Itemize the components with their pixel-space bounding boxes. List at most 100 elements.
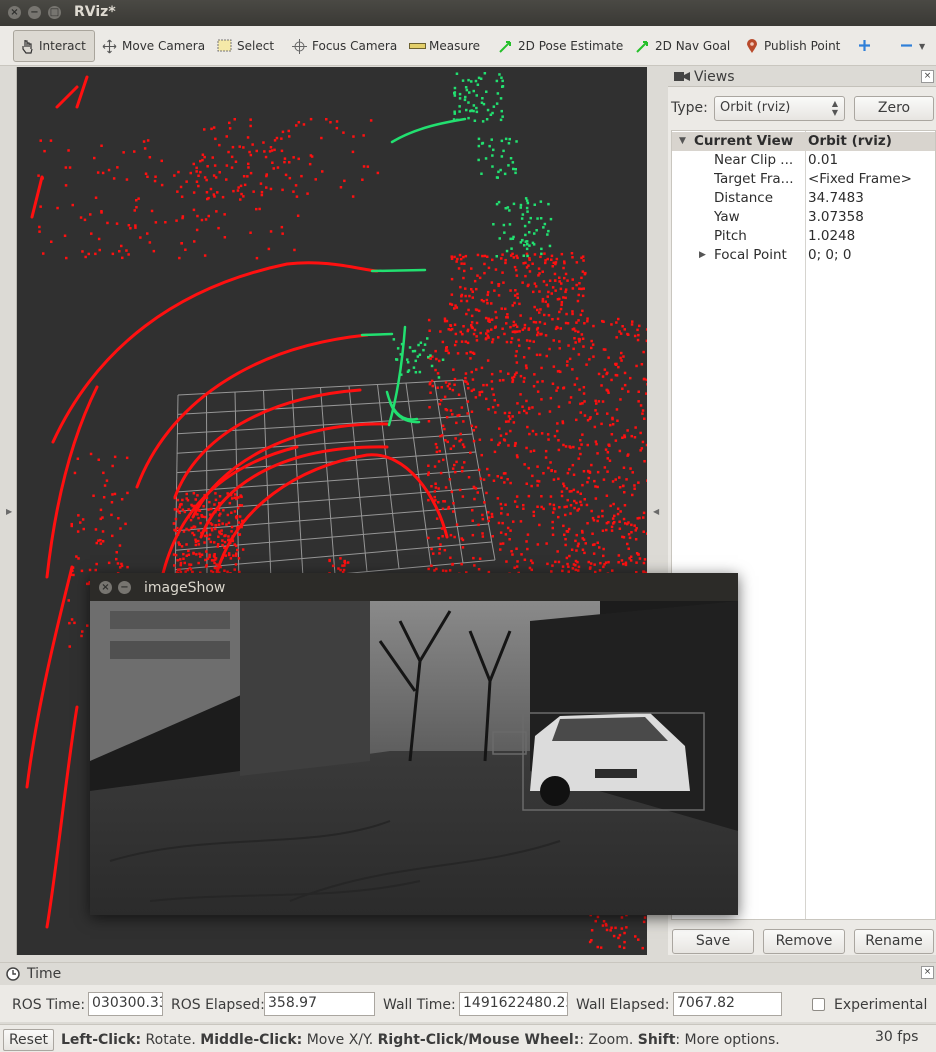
ros-elapsed-field[interactable]: 358.97	[264, 992, 375, 1016]
interact-tool-button[interactable]: Interact	[13, 30, 95, 62]
ros-time-field[interactable]: 030300.33	[88, 992, 163, 1016]
current-view-row[interactable]: ▼ Current View Orbit (rviz)	[672, 132, 935, 151]
property-row[interactable]: Near Clip ... 0.01	[672, 151, 935, 170]
pose-estimate-tool-button[interactable]: 2D Pose Estimate	[493, 30, 628, 62]
focus-camera-tool-label: Focus Camera	[312, 39, 398, 53]
current-view-value: Orbit (rviz)	[808, 133, 892, 149]
green-arrow-icon	[635, 39, 650, 54]
expand-left-icon[interactable]: ▶	[6, 507, 12, 516]
view-type-value: Orbit (rviz)	[720, 100, 791, 115]
hint-text: : More options.	[675, 1032, 780, 1048]
experimental-label: Experimental	[834, 997, 928, 1013]
green-arrow-icon	[498, 39, 513, 54]
left-dock-collapsed[interactable]: ▶	[0, 67, 17, 955]
close-icon[interactable]: ×	[921, 966, 934, 979]
property-value[interactable]: 34.7483	[808, 190, 864, 206]
property-row[interactable]: Yaw 3.07358	[672, 208, 935, 227]
property-key: Target Fra...	[714, 171, 794, 187]
property-key: Near Clip ...	[714, 152, 794, 168]
window-titlebar: × − □ RViz*	[0, 0, 936, 26]
publish-point-tool-button[interactable]: Publish Point	[739, 30, 845, 62]
image-window-minimize-icon[interactable]: −	[118, 581, 131, 594]
hint-text: : Zoom.	[579, 1032, 638, 1048]
camera-image	[90, 601, 738, 915]
tracked-object-lines	[360, 117, 467, 427]
zero-button[interactable]: Zero	[854, 96, 934, 121]
move-arrows-icon	[102, 39, 117, 54]
expanded-triangle-icon[interactable]: ▼	[679, 136, 686, 146]
time-panel-title: Time	[27, 966, 62, 982]
window-close-icon[interactable]: ×	[8, 6, 21, 19]
current-view-key: Current View	[694, 133, 794, 149]
views-panel-title: Views	[694, 69, 735, 85]
chevron-down-icon: ▼	[919, 41, 926, 51]
clock-icon	[6, 967, 20, 985]
remove-view-button[interactable]: Remove	[763, 929, 845, 954]
move-camera-tool-label: Move Camera	[122, 39, 206, 53]
save-view-button[interactable]: Save	[672, 929, 754, 954]
property-row[interactable]: Pitch 1.0248	[672, 227, 935, 246]
image-window-close-icon[interactable]: ×	[99, 581, 112, 594]
camera-icon	[674, 71, 690, 86]
property-key: Pitch	[714, 228, 747, 244]
wall-elapsed-label: Wall Elapsed:	[576, 997, 670, 1013]
measure-tool-label: Measure	[429, 39, 480, 53]
select-tool-label: Select	[237, 39, 275, 53]
fps-counter: 30 fps	[875, 1029, 919, 1045]
hint-bold: Middle-Click:	[200, 1032, 303, 1048]
wall-time-field[interactable]: 1491622480.25	[459, 992, 568, 1016]
close-icon[interactable]: ×	[921, 70, 934, 83]
remove-tool-button[interactable]: ▼	[894, 30, 930, 62]
wall-time-label: Wall Time:	[383, 997, 456, 1013]
ros-elapsed-label: ROS Elapsed:	[171, 997, 265, 1013]
window-maximize-icon[interactable]: □	[48, 6, 61, 19]
view-type-select[interactable]: Orbit (rviz) ▲ ▼	[714, 96, 845, 121]
collapse-right-icon[interactable]: ◀	[653, 507, 659, 516]
window-minimize-icon[interactable]: −	[28, 6, 41, 19]
move-camera-tool-button[interactable]: Move Camera	[97, 30, 210, 62]
property-value[interactable]: 0; 0; 0	[808, 247, 851, 263]
ros-time-label: ROS Time:	[12, 997, 86, 1013]
nav-goal-tool-label: 2D Nav Goal	[655, 39, 731, 53]
interact-tool-label: Interact	[39, 39, 86, 53]
property-key: Distance	[714, 190, 774, 206]
status-bar: Reset Left-Click: Rotate. Middle-Click: …	[0, 1024, 936, 1052]
toolbar: Interact Move Camera Select Focus Camera…	[0, 26, 936, 66]
property-row[interactable]: Distance 34.7483	[672, 189, 935, 208]
crosshair-icon	[292, 38, 307, 54]
time-panel: Time × ROS Time: 030300.33 ROS Elapsed: …	[0, 962, 936, 1022]
time-panel-header: Time ×	[0, 963, 936, 985]
property-value[interactable]: 0.01	[808, 152, 838, 168]
property-row[interactable]: ▶ Focal Point 0; 0; 0	[672, 246, 935, 265]
property-value[interactable]: <Fixed Frame>	[808, 171, 912, 187]
add-tool-button[interactable]	[852, 30, 877, 62]
property-row[interactable]: Target Fra... <Fixed Frame>	[672, 170, 935, 189]
wall-elapsed-field[interactable]: 7067.82	[673, 992, 782, 1016]
nav-goal-tool-button[interactable]: 2D Nav Goal	[630, 30, 735, 62]
hint-text: Rotate.	[141, 1032, 201, 1048]
experimental-checkbox[interactable]	[812, 998, 825, 1011]
image-show-window[interactable]: × − imageShow	[90, 573, 738, 915]
hint-text: Move X/Y.	[302, 1032, 378, 1048]
views-panel-header: Views ×	[668, 67, 936, 87]
hint-bold: Right-Click/Mouse Wheel:	[377, 1032, 580, 1048]
hint-bold: Shift	[637, 1032, 676, 1048]
select-box-icon	[217, 39, 232, 54]
publish-point-tool-label: Publish Point	[764, 39, 841, 53]
rename-view-button[interactable]: Rename	[854, 929, 934, 954]
image-window-title: imageShow	[144, 580, 226, 596]
hand-pointer-icon	[19, 39, 34, 54]
property-value[interactable]: 3.07358	[808, 209, 864, 225]
select-tool-button[interactable]: Select	[212, 30, 279, 62]
focus-camera-tool-button[interactable]: Focus Camera	[287, 30, 402, 62]
collapsed-triangle-icon[interactable]: ▶	[699, 250, 706, 260]
property-value[interactable]: 1.0248	[808, 228, 855, 244]
chevron-updown-icon: ▲ ▼	[831, 99, 838, 117]
tracked-points	[392, 72, 553, 379]
reset-button[interactable]: Reset	[3, 1029, 54, 1051]
ruler-icon	[409, 39, 426, 54]
mouse-hint-text: Left-Click: Rotate. Middle-Click: Move X…	[61, 1032, 780, 1048]
map-pin-icon	[744, 38, 759, 54]
measure-tool-button[interactable]: Measure	[404, 30, 485, 62]
plus-icon	[857, 39, 872, 54]
